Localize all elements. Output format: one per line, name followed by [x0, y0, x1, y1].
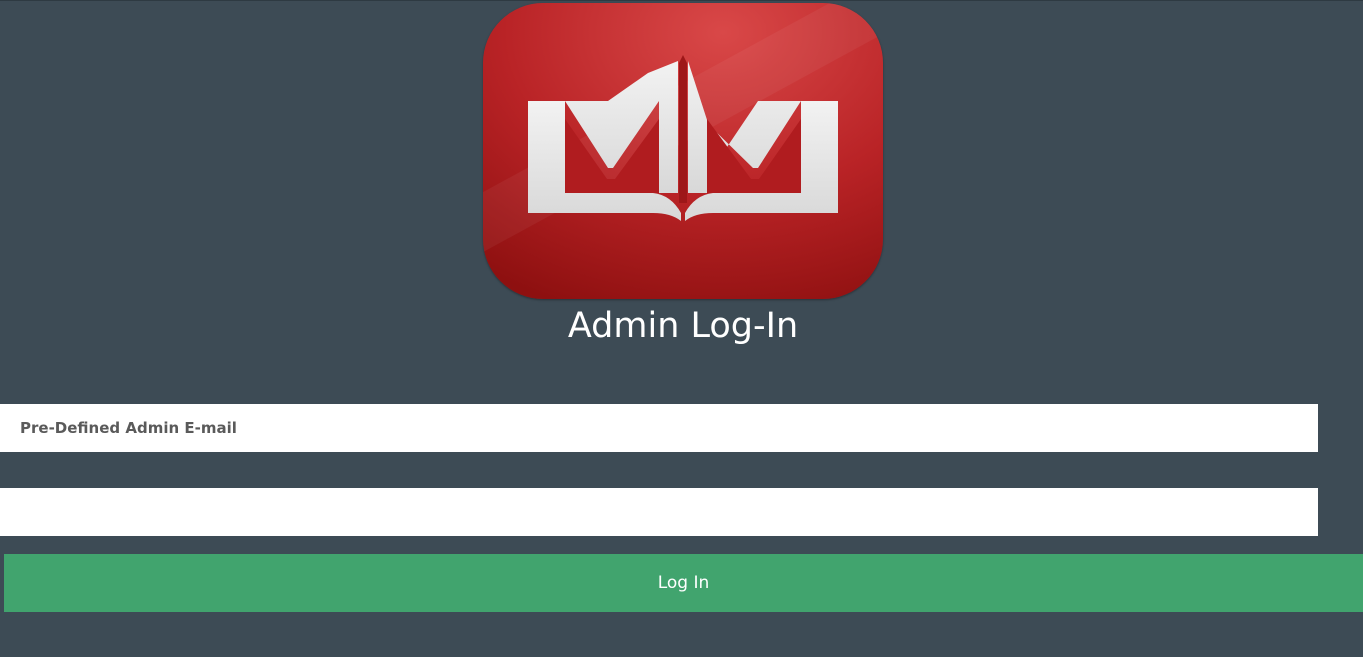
login-button[interactable]: Log In: [4, 554, 1363, 612]
page-title: Admin Log-In: [567, 306, 799, 346]
mm-logo-icon: [483, 3, 883, 299]
login-page: Admin Log-In Log In: [0, 0, 1363, 657]
password-field[interactable]: [0, 488, 1318, 536]
email-field[interactable]: [0, 404, 1318, 452]
